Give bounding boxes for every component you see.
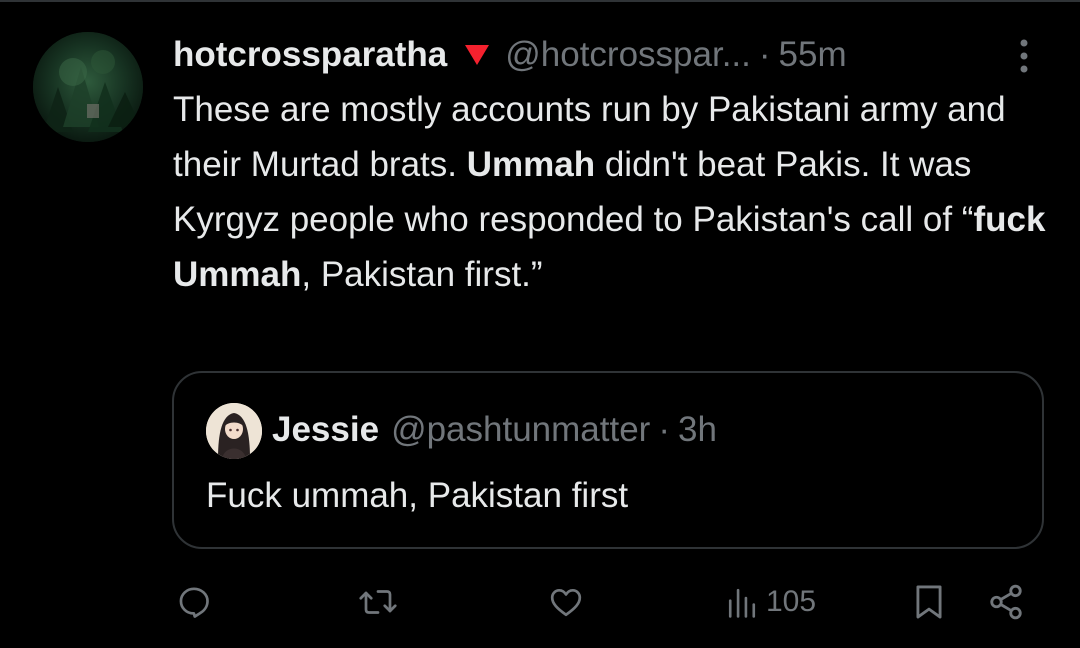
- views-chart-icon: [728, 588, 756, 618]
- like-button[interactable]: [547, 582, 585, 622]
- top-divider: [0, 0, 1080, 2]
- views-button[interactable]: 105: [726, 582, 816, 622]
- share-icon: [990, 584, 1022, 620]
- retweet-button[interactable]: [358, 582, 398, 622]
- quoted-tweet-timestamp[interactable]: 3h: [678, 410, 717, 450]
- retweet-icon: [359, 590, 397, 614]
- tweet-text-part: , Pakistan first.”: [301, 255, 543, 294]
- heart-icon: [550, 588, 582, 617]
- quoted-header-separator: ·: [658, 410, 670, 449]
- tweet-text-bold: Ummah: [466, 145, 596, 184]
- reply-button[interactable]: [176, 582, 212, 622]
- author-handle[interactable]: @hotcrosspar...: [505, 35, 751, 75]
- anime-girl-avatar-image: [206, 403, 262, 459]
- forest-avatar-image: [33, 32, 143, 142]
- quoted-tweet-text: Fuck ummah, Pakistan first: [206, 476, 629, 515]
- quoted-tweet-header: Jessie @pashtunmatter · 3h: [272, 406, 717, 454]
- more-options-icon[interactable]: [1012, 36, 1036, 76]
- quoted-tweet-card[interactable]: Jessie @pashtunmatter · 3h Fuck ummah, P…: [172, 371, 1044, 549]
- red-triangle-icon: [465, 45, 490, 65]
- bookmark-button[interactable]: [913, 582, 945, 622]
- tweet-header: hotcrossparatha @hotcrosspar... · 55m: [173, 30, 847, 80]
- share-button[interactable]: [987, 582, 1025, 622]
- quoted-author-avatar[interactable]: [206, 403, 262, 459]
- bookmark-icon: [916, 585, 942, 619]
- tweet-text: These are mostly accounts run by Pakista…: [173, 82, 1053, 302]
- author-avatar[interactable]: [33, 32, 143, 142]
- author-display-name[interactable]: hotcrossparatha: [173, 35, 447, 75]
- reply-icon: [179, 587, 209, 618]
- quoted-author-name[interactable]: Jessie: [272, 410, 379, 450]
- header-separator: ·: [758, 35, 771, 74]
- views-count: 105: [766, 585, 817, 618]
- quoted-author-handle[interactable]: @pashtunmatter: [391, 410, 650, 450]
- tweet-timestamp[interactable]: 55m: [779, 35, 847, 75]
